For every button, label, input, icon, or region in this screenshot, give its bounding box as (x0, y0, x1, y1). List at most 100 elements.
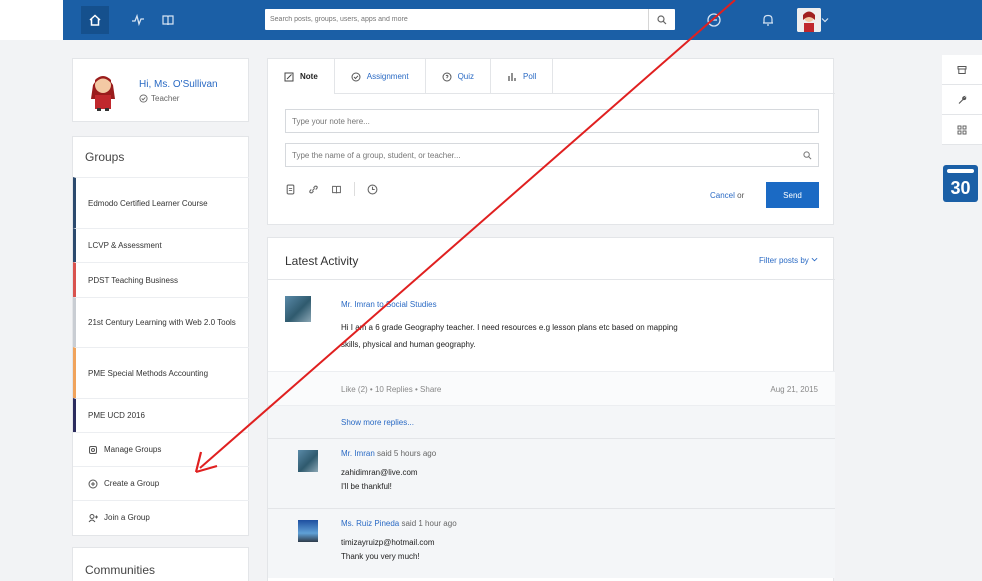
join-group-label: Join a Group (104, 513, 150, 522)
post-actions: Like (2) • 10 Replies • Share (341, 385, 441, 394)
grid-icon (957, 125, 967, 134)
teacher-avatar (91, 76, 115, 111)
latest-activity-card: Latest Activity Filter posts by Mr. Imra… (267, 237, 835, 581)
like-link[interactable]: Like (2) (341, 385, 368, 394)
note-input[interactable]: Type your note here... (285, 109, 819, 133)
group-item[interactable]: LCVP & Assessment (73, 228, 249, 262)
create-group-link[interactable]: Create a Group (73, 466, 249, 500)
global-search[interactable] (265, 9, 675, 30)
right-rail (942, 55, 982, 145)
profile-card: Hi, Ms. O'Sullivan Teacher (72, 58, 249, 122)
tab-quiz[interactable]: Quiz (426, 59, 492, 94)
post-body-line: Hi I am a 6 grade Geography teacher. I n… (341, 323, 678, 332)
composer-toolbar (285, 182, 378, 196)
edmodo-button[interactable] (704, 10, 724, 30)
user-avatar-menu[interactable] (797, 8, 821, 32)
groups-card: Groups Edmodo Certified Learner Course L… (72, 136, 249, 536)
poll-icon (508, 72, 516, 81)
tab-poll-label: Poll (523, 72, 537, 81)
reply-time: said 5 hours ago (377, 449, 437, 458)
chevron-down-icon (811, 257, 818, 262)
post-author-avatar[interactable] (285, 296, 311, 322)
replies-link[interactable]: 10 Replies (375, 385, 413, 394)
calendar-day: 30 (950, 178, 971, 198)
avatar (797, 8, 821, 32)
notifications-button[interactable] (758, 10, 778, 30)
apps-button[interactable] (942, 115, 982, 145)
reply-avatar[interactable] (298, 520, 318, 542)
group-item[interactable]: Edmodo Certified Learner Course (73, 177, 249, 228)
composer-tabs: Note Assignment Quiz Poll (268, 59, 835, 94)
pulse-icon (132, 13, 144, 27)
groups-title: Groups (85, 150, 125, 164)
post-author-link[interactable]: Mr. Imran to Social Studies (341, 300, 437, 309)
note-placeholder: Type your note here... (292, 116, 370, 126)
link-icon[interactable] (308, 184, 319, 195)
reply-item: Ms. Ruiz Pineda said 1 hour ago timizayr… (268, 508, 835, 578)
reply-line: I'll be thankful! (341, 482, 392, 491)
user-menu-chevron[interactable] (819, 10, 831, 30)
reply-text: timizayruizp@hotmail.com Thank you very … (341, 536, 434, 564)
backpack-button[interactable] (157, 9, 179, 31)
share-link[interactable]: Share (420, 385, 441, 394)
wrench-icon (958, 95, 967, 104)
post-body: Hi I am a 6 grade Geography teacher. I n… (341, 319, 678, 353)
search-input[interactable] (265, 9, 648, 30)
home-button[interactable] (81, 6, 109, 34)
recipient-input[interactable]: Type the name of a group, student, or te… (285, 143, 819, 167)
recipient-placeholder: Type the name of a group, student, or te… (292, 150, 461, 160)
toolbar-divider (354, 182, 355, 196)
group-item[interactable]: PDST Teaching Business (73, 262, 249, 297)
join-group-link[interactable]: Join a Group (73, 500, 249, 534)
manage-groups-link[interactable]: Manage Groups (73, 432, 249, 466)
reply-item: Mr. Imran said 5 hours ago zahidimran@li… (268, 438, 835, 508)
tools-button[interactable] (942, 85, 982, 115)
group-item[interactable]: PME Special Methods Accounting (73, 347, 249, 398)
tab-quiz-label: Quiz (457, 72, 475, 81)
profile-greeting[interactable]: Hi, Ms. O'Sullivan (139, 79, 218, 90)
or-label: or (737, 191, 745, 200)
post-composer: Note Assignment Quiz Poll Type your note… (267, 58, 835, 225)
clock-icon[interactable] (367, 184, 378, 195)
tab-assignment[interactable]: Assignment (335, 59, 426, 94)
reply-time: said 1 hour ago (401, 519, 457, 528)
search-icon (803, 150, 812, 159)
group-item[interactable]: PME UCD 2016 (73, 398, 249, 432)
reply-line: timizayruizp@hotmail.com (341, 538, 435, 547)
manage-groups-label: Manage Groups (104, 445, 162, 454)
book-icon (162, 15, 174, 26)
activity-title: Latest Activity (285, 254, 359, 268)
filter-posts-dropdown[interactable]: Filter posts by (759, 256, 818, 265)
reply-author: Ms. Ruiz Pineda said 1 hour ago (341, 519, 457, 528)
tab-note-label: Note (300, 72, 318, 81)
top-navigation-bar (0, 0, 982, 40)
reply-author-link[interactable]: Mr. Imran (341, 449, 375, 458)
gear-icon (89, 445, 97, 454)
archive-icon (957, 65, 967, 74)
check-circle-icon (351, 72, 361, 81)
calendar-button[interactable]: 30 (943, 165, 978, 202)
filter-label: Filter posts by (758, 256, 809, 265)
home-icon (89, 14, 101, 26)
group-label: PDST Teaching Business (88, 275, 178, 285)
cancel-link[interactable]: Cancel (710, 191, 735, 200)
archive-button[interactable] (942, 55, 982, 85)
send-button[interactable]: Send (766, 182, 819, 208)
reply-avatar[interactable] (298, 450, 318, 472)
library-icon[interactable] (331, 184, 342, 195)
show-more-label: Show more replies... (341, 418, 414, 427)
tab-poll[interactable]: Poll (491, 59, 554, 94)
reply-author-link[interactable]: Ms. Ruiz Pineda (341, 519, 399, 528)
search-icon (657, 14, 667, 24)
group-label: 21st Century Learning with Web 2.0 Tools (88, 318, 236, 327)
check-circle-icon (139, 94, 148, 103)
tab-note[interactable]: Note (268, 59, 335, 94)
edmodo-logo-icon (707, 13, 721, 27)
file-attach-icon[interactable] (285, 184, 296, 195)
group-item[interactable]: 21st Century Learning with Web 2.0 Tools (73, 297, 249, 347)
progress-button[interactable] (127, 9, 149, 31)
show-more-replies[interactable]: Show more replies... (268, 405, 835, 438)
search-submit-button[interactable] (648, 9, 675, 30)
reply-author: Mr. Imran said 5 hours ago (341, 449, 436, 458)
reply-text: zahidimran@live.com I'll be thankful! (341, 466, 418, 494)
